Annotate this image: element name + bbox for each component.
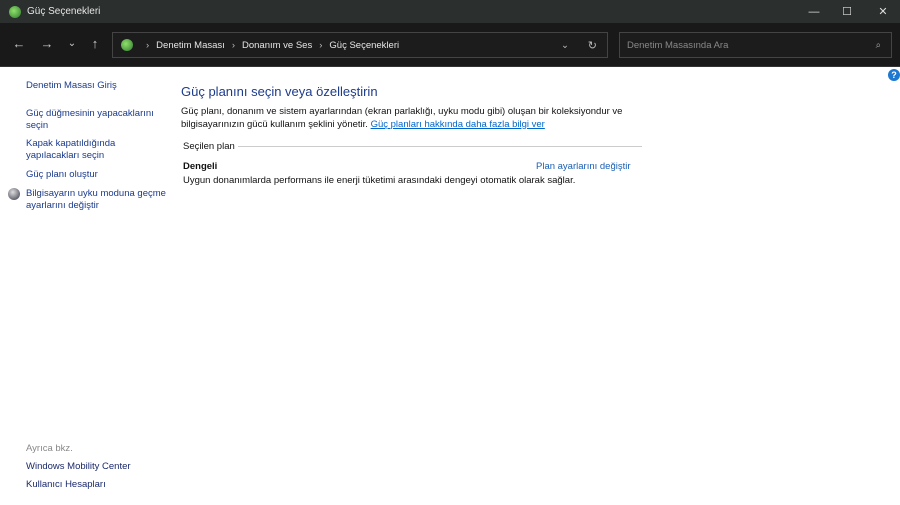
search-input[interactable]: Denetim Masasında Ara ⌕: [619, 32, 892, 58]
see-also-label: Ayrıca bkz.: [26, 443, 73, 454]
change-plan-settings-link[interactable]: Plan ayarlarını değiştir: [536, 161, 631, 172]
refresh-icon[interactable]: ↻: [588, 39, 597, 52]
search-icon[interactable]: ⌕: [876, 40, 881, 51]
sidebar-item-sleep-settings[interactable]: Bilgisayarın uyku moduna geçme ayarların…: [26, 188, 166, 212]
user-accounts-link[interactable]: Kullanıcı Hesapları: [26, 479, 166, 491]
close-button[interactable]: ✕: [866, 0, 900, 23]
title-bar: Güç Seçenekleri — ☐ ✕: [0, 0, 900, 23]
learn-more-link[interactable]: Güç planları hakkında daha fazla bilgi v…: [371, 119, 545, 130]
sidebar-item-create-plan[interactable]: Güç planı oluştur: [26, 169, 166, 181]
control-panel-icon: [121, 39, 133, 51]
sidebar: Denetim Masası Giriş Güç düğmesinin yapa…: [0, 67, 170, 505]
chevron-down-icon[interactable]: ⌄: [561, 40, 569, 51]
plan-description: Uygun donanımlarda performans ile enerji…: [183, 175, 576, 186]
back-button[interactable]: ←: [10, 36, 28, 51]
breadcrumb-item[interactable]: Denetim Masası: [156, 40, 225, 51]
navigation-bar: ← → ⌄ ↑ › Denetim Masası › Donanım ve Se…: [0, 23, 900, 67]
help-icon[interactable]: ?: [888, 69, 900, 81]
sidebar-item-power-button[interactable]: Güç düğmesinin yapacaklarını seçin: [26, 108, 166, 132]
description: Güç planı, donanım ve sistem ayarlarında…: [181, 106, 641, 131]
plan-name: Dengeli: [183, 161, 218, 172]
selected-plan-label: Seçilen plan: [183, 141, 235, 152]
breadcrumb-item[interactable]: Güç Seçenekleri: [329, 40, 399, 51]
sidebar-home-link[interactable]: Denetim Masası Giriş: [26, 80, 166, 92]
forward-button[interactable]: →: [38, 36, 56, 51]
maximize-button[interactable]: ☐: [830, 0, 864, 23]
sidebar-item-lid-close[interactable]: Kapak kapatıldığında yapılacakları seçin: [26, 138, 166, 162]
search-placeholder: Denetim Masasında Ara: [627, 39, 729, 51]
page-title: Güç planını seçin veya özelleştirin: [181, 84, 378, 99]
minimize-button[interactable]: —: [797, 0, 831, 23]
divider: [238, 146, 642, 147]
window-title: Güç Seçenekleri: [27, 6, 101, 17]
mobility-center-link[interactable]: Windows Mobility Center: [26, 461, 166, 473]
address-bar[interactable]: › Denetim Masası › Donanım ve Ses › Güç …: [112, 32, 608, 58]
up-button[interactable]: ↑: [86, 36, 104, 51]
sleep-settings-icon: [8, 188, 20, 200]
breadcrumb-item[interactable]: Donanım ve Ses: [242, 40, 312, 51]
power-options-icon: [9, 5, 21, 18]
recent-locations-button[interactable]: ⌄: [63, 38, 81, 49]
